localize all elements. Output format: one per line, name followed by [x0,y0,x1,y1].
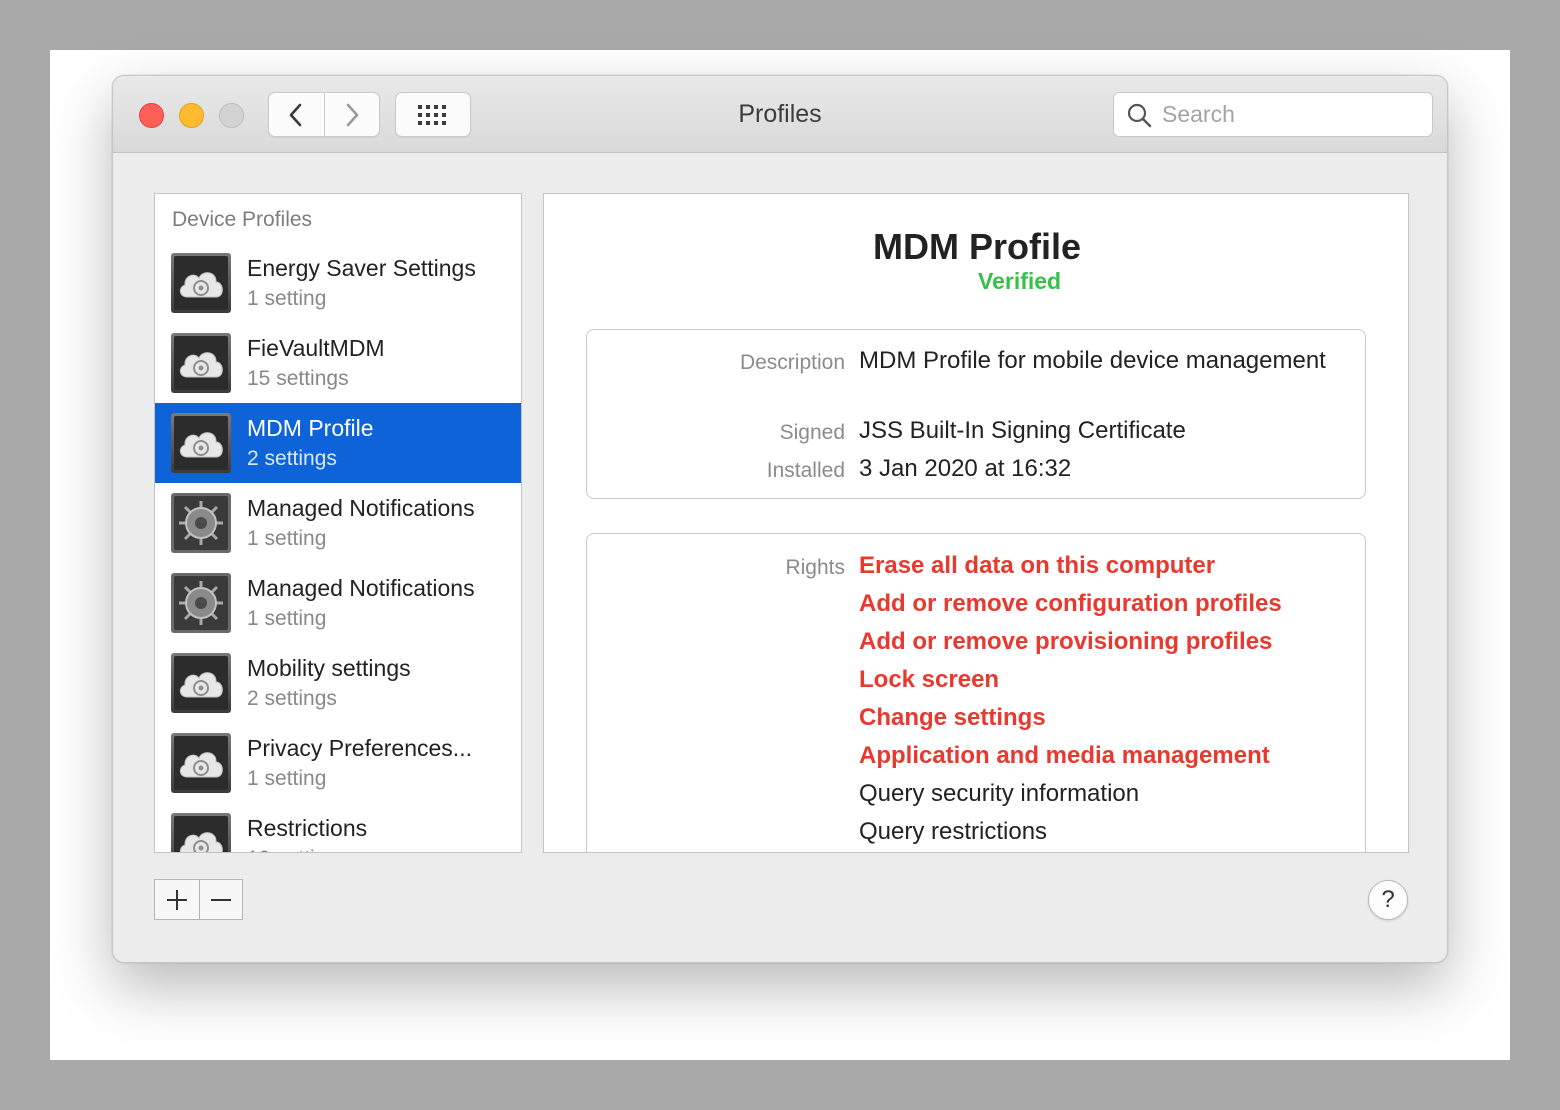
add-remove-buttons [154,879,243,920]
profile-name: FieVaultMDM [247,335,385,361]
search-icon [1127,103,1152,127]
profile-setting-count: 2 settings [247,447,337,470]
profile-name: Managed Notifications [247,495,475,521]
sidebar-item-profile[interactable]: FieVaultMDM 15 settings [155,323,521,403]
profile-name: Mobility settings [247,655,411,681]
help-button[interactable]: ? [1368,880,1408,920]
profile-name: Managed Notifications [247,575,475,601]
profile-cloud-gear-icon [169,651,233,715]
minus-icon [210,898,231,901]
sidebar-item-profile[interactable]: Privacy Preferences... 1 setting [155,723,521,803]
profile-name: Restrictions [247,815,368,841]
description-label: Description [739,351,845,374]
signed-value: JSS Built-In Signing Certificate [859,417,1186,444]
sidebar-header: Device Profiles [172,208,313,231]
plus-icon [166,889,187,910]
search-field[interactable] [1113,92,1433,137]
description-value: MDM Profile for mobile device management [859,347,1326,374]
profile-title: MDM Profile [872,226,1081,267]
sidebar-item-profile[interactable]: Managed Notifications 1 setting [155,563,521,643]
profile-cloud-gear-icon [169,731,233,795]
right-item: Change settings [859,704,1046,731]
rights-box: Rights Erase all data on this computer Ad… [586,533,1366,852]
installed-label: Installed [766,459,845,482]
profile-setting-count: 10 settings [247,847,349,852]
sidebar-item-profile[interactable]: Managed Notifications 1 setting [155,483,521,563]
profile-name: Energy Saver Settings [247,255,476,281]
profile-setting-count: 2 settings [247,687,337,710]
right-item: Add or remove configuration profiles [859,590,1282,617]
search-input[interactable] [1162,101,1422,128]
system-preferences-gear-icon [169,571,233,635]
right-item: Erase all data on this computer [859,552,1216,579]
profile-cloud-gear-icon [169,811,233,852]
profiles-window: Profiles Device Profiles Energy Saver Se… [112,75,1448,963]
profile-setting-count: 1 setting [247,287,327,310]
verified-status: Verified [978,268,1062,294]
sidebar-item-profile[interactable]: MDM Profile 2 settings [155,403,521,483]
profile-cloud-gear-icon [169,411,233,475]
sidebar-item-profile[interactable]: Mobility settings 2 settings [155,643,521,723]
profile-info-box: Description MDM Profile for mobile devic… [586,329,1366,499]
profile-name: MDM Profile [247,415,374,441]
profile-cloud-gear-icon [169,331,233,395]
right-item: Add or remove provisioning profiles [859,628,1273,655]
system-preferences-gear-icon [169,491,233,555]
right-item: Application and media management [859,742,1270,769]
right-item: Lock screen [859,666,1000,693]
sidebar-item-profile[interactable]: Energy Saver Settings 1 setting [155,243,521,323]
sidebar-item-profile[interactable]: Restrictions 10 settings [155,803,521,852]
add-profile-button[interactable] [155,880,199,919]
profile-cloud-gear-icon [169,251,233,315]
remove-profile-button[interactable] [198,880,243,919]
profile-name: Privacy Preferences... [247,735,472,761]
right-item: Query restrictions [859,818,1048,845]
profile-setting-count: 1 setting [247,607,327,630]
profiles-list: Energy Saver Settings 1 setting FieVault… [155,243,521,852]
profile-detail-panel: MDM Profile Verified Description MDM Pro… [543,193,1409,853]
profile-setting-count: 1 setting [247,527,327,550]
right-item: Query security information [859,780,1140,807]
signed-label: Signed [779,421,845,444]
profile-setting-count: 15 settings [247,367,349,390]
title-bar: Profiles [113,76,1447,153]
profiles-sidebar: Device Profiles Energy Saver Settings 1 … [154,193,522,853]
rights-label: Rights [785,556,845,579]
installed-value: 3 Jan 2020 at 16:32 [859,455,1072,482]
profile-setting-count: 1 setting [247,767,327,790]
